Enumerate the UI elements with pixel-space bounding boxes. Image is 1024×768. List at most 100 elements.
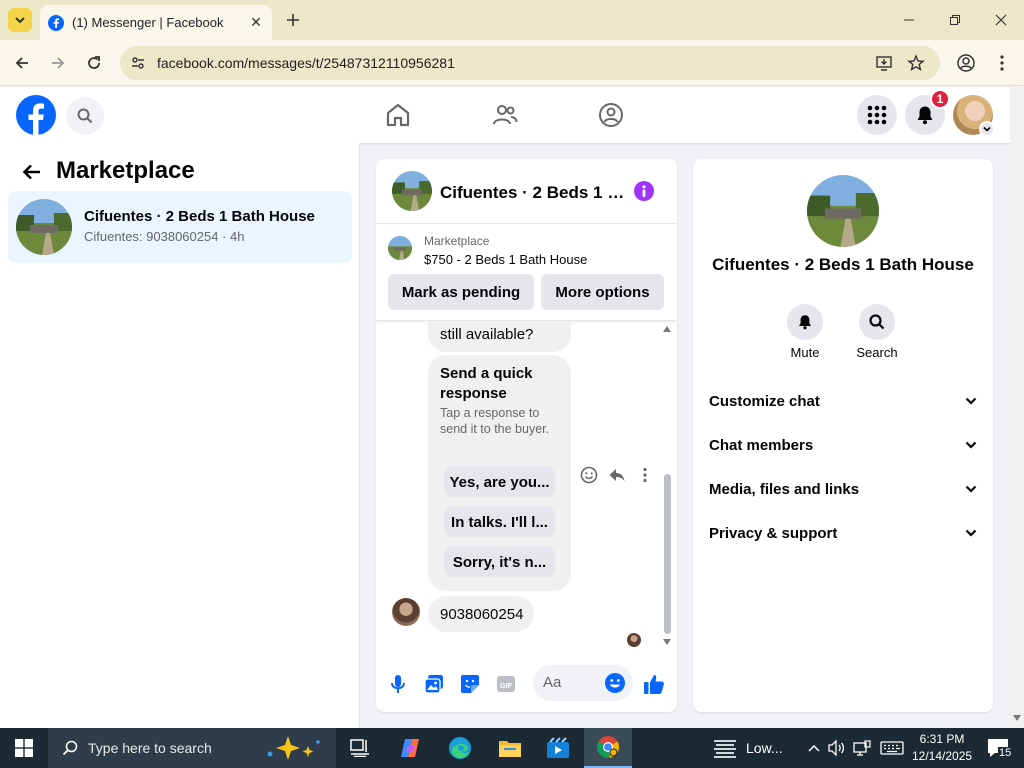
copilot-sparkle-icon[interactable]	[264, 734, 324, 762]
friends-nav[interactable]	[491, 101, 519, 129]
chat-header: Cifuentes · 2 Beds 1 B...	[376, 159, 677, 224]
account-chevron-button[interactable]	[979, 121, 995, 137]
quick-response-option[interactable]: Yes, are you...	[444, 467, 555, 497]
tab-search-button[interactable]	[8, 8, 32, 32]
conversation-info-panel: Cifuentes · 2 Beds 1 Bath House Mute Sea…	[693, 159, 993, 712]
search-in-conversation-button[interactable]	[859, 304, 895, 340]
menu-button[interactable]	[857, 95, 897, 135]
customize-chat-section[interactable]: Customize chat	[701, 381, 985, 421]
mute-action[interactable]: Mute	[773, 304, 837, 360]
quick-response-option[interactable]: In talks. I'll l...	[444, 507, 555, 537]
thumbs-up-icon[interactable]	[642, 672, 666, 696]
browser-tab[interactable]: (1) Messenger | Facebook ✕	[40, 5, 272, 40]
message-text: still available?	[440, 326, 534, 343]
install-app-icon[interactable]	[874, 53, 894, 73]
page-scrollbar[interactable]	[1010, 87, 1024, 728]
chrome-app[interactable]	[584, 728, 632, 768]
forward-button[interactable]	[46, 51, 70, 75]
message-composer: GIF	[376, 659, 677, 712]
svg-text:GIF: GIF	[500, 681, 513, 690]
minimize-button[interactable]	[886, 0, 932, 40]
home-icon	[386, 103, 410, 127]
scroll-down-arrow[interactable]	[662, 638, 672, 646]
chevron-down-icon	[965, 485, 977, 493]
profile-button[interactable]	[954, 51, 978, 75]
restore-button[interactable]	[932, 0, 978, 40]
mark-as-pending-button[interactable]: Mark as pending	[388, 274, 534, 310]
volume-button[interactable]	[826, 728, 848, 768]
conversation-name: Cifuentes · 2 Beds 1 Bath House	[84, 208, 315, 225]
reply-icon[interactable]	[608, 466, 626, 484]
conversation-preview: Cifuentes: 9038060254 · 4h	[84, 229, 245, 244]
gif-icon[interactable]: GIF	[494, 672, 518, 696]
network-icon	[853, 740, 871, 756]
keyboard-button[interactable]	[878, 728, 906, 768]
message-input-container	[533, 665, 633, 701]
clock-date: 12/14/2025	[912, 749, 973, 763]
voice-clip-icon[interactable]	[386, 672, 410, 696]
message-input[interactable]	[543, 674, 603, 691]
emoji-icon[interactable]	[604, 672, 626, 694]
message-list: still available? Send a quick response T…	[376, 322, 677, 654]
site-info-icon[interactable]	[128, 53, 148, 73]
bookmark-star-icon[interactable]	[906, 53, 926, 73]
close-window-button[interactable]	[978, 0, 1024, 40]
plus-icon	[287, 14, 299, 26]
fog-weather-icon	[714, 740, 736, 758]
react-emoji-icon[interactable]	[580, 466, 598, 484]
mute-button[interactable]	[787, 304, 823, 340]
search-icon	[62, 740, 78, 756]
start-button[interactable]	[0, 728, 48, 768]
sender-avatar[interactable]	[392, 598, 420, 626]
weather-widget[interactable]: Low...	[712, 728, 783, 768]
sticker-icon[interactable]	[458, 672, 482, 696]
keyboard-icon	[880, 741, 904, 755]
facebook-search-button[interactable]	[66, 97, 104, 135]
system-clock[interactable]: 6:31 PM 12/14/2025	[912, 731, 972, 765]
conversation-info-icon[interactable]	[634, 181, 654, 201]
reload-button[interactable]	[82, 51, 106, 75]
privacy-support-section[interactable]: Privacy & support	[701, 513, 985, 553]
facebook-logo-icon[interactable]	[16, 95, 56, 135]
tab-close-icon[interactable]: ✕	[246, 13, 266, 33]
notification-center-button[interactable]: 15	[980, 728, 1016, 768]
quick-response-option[interactable]: Sorry, it's n...	[444, 547, 555, 577]
search-label: Search	[856, 345, 898, 360]
home-nav[interactable]	[384, 101, 412, 129]
listing-source: Marketplace	[424, 234, 490, 248]
media-app[interactable]	[534, 728, 582, 768]
groups-nav[interactable]	[597, 101, 625, 129]
file-explorer-app[interactable]	[486, 728, 534, 768]
listing-title[interactable]: $750 - 2 Beds 1 Bath House	[424, 252, 587, 267]
more-options-button[interactable]: More options	[541, 274, 664, 310]
section-label: Customize chat	[709, 392, 820, 410]
chat-header-thumbnail[interactable]	[392, 171, 432, 211]
taskbar-search-box[interactable]: Type here to search	[48, 728, 336, 768]
scroll-up-arrow[interactable]	[662, 325, 672, 333]
show-hidden-icons-button[interactable]	[804, 728, 824, 768]
new-tab-button[interactable]	[282, 9, 304, 31]
address-bar[interactable]: facebook.com/messages/t/2548731211095628…	[120, 46, 940, 80]
network-button[interactable]	[850, 728, 874, 768]
chat-members-section[interactable]: Chat members	[701, 425, 985, 465]
conversation-item[interactable]: Cifuentes · 2 Beds 1 Bath House Cifuente…	[8, 191, 352, 263]
edge-app[interactable]	[436, 728, 484, 768]
attach-photo-icon[interactable]	[422, 672, 446, 696]
facebook-header	[0, 87, 1010, 143]
chat-title[interactable]: Cifuentes · 2 Beds 1 B...	[440, 183, 630, 203]
back-button[interactable]	[20, 160, 44, 184]
listing-thumbnail[interactable]	[388, 236, 412, 260]
quick-response-card: Send a quick response Tap a response to …	[428, 355, 571, 591]
browser-menu-button[interactable]	[990, 51, 1014, 75]
back-button[interactable]	[10, 51, 34, 75]
task-view-button[interactable]	[336, 728, 384, 768]
windows-logo-icon	[15, 739, 33, 757]
more-vertical-icon[interactable]	[636, 466, 654, 484]
media-files-links-section[interactable]: Media, files and links	[701, 469, 985, 509]
listing-profile-image	[807, 175, 879, 247]
copilot-app[interactable]	[386, 728, 434, 768]
chat-scrollbar-thumb[interactable]	[664, 474, 671, 634]
search-action[interactable]: Search	[845, 304, 909, 360]
close-icon	[995, 14, 1007, 26]
restore-icon	[950, 15, 960, 25]
